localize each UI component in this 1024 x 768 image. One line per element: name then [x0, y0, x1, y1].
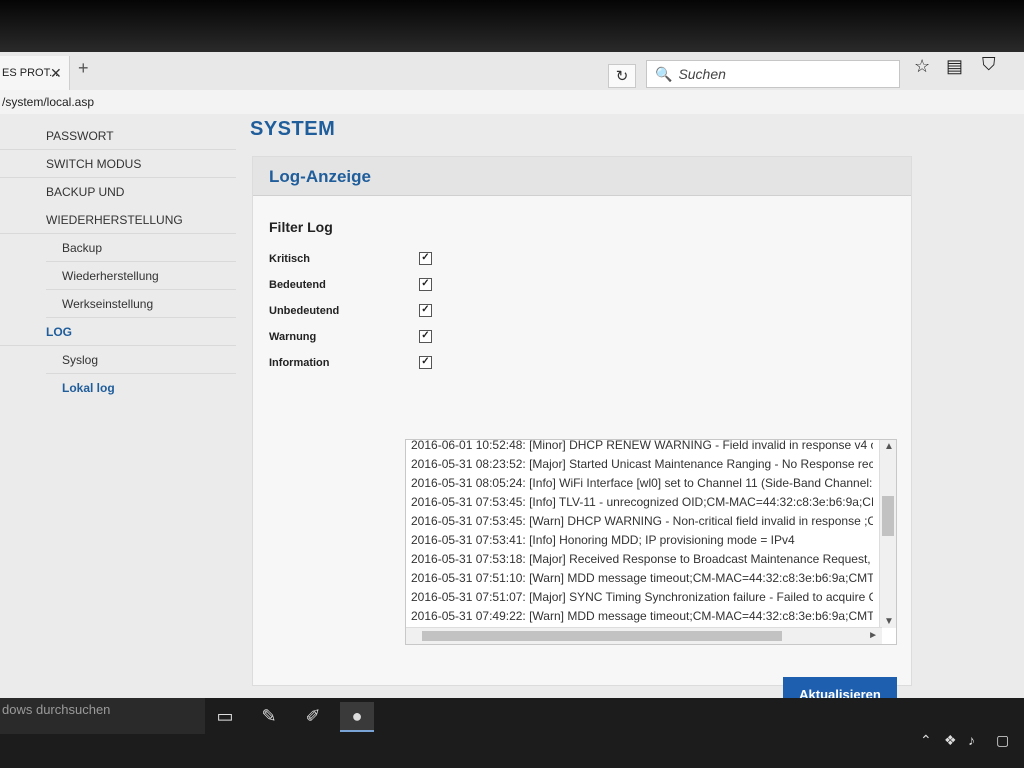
search-icon: 🔍 — [655, 65, 673, 82]
firefox-icon[interactable]: ● — [340, 702, 374, 732]
pen-app-icon[interactable]: ✎ — [252, 702, 286, 730]
filter-label: Information — [269, 357, 330, 369]
log-line: 2016-05-31 07:53:41: [Info] Honoring MDD… — [411, 533, 795, 547]
search-placeholder: Suchen — [678, 66, 726, 82]
log-line: 2016-05-31 08:23:52: [Major] Started Uni… — [411, 457, 873, 471]
url-text: /system/local.asp — [2, 95, 95, 109]
reload-icon: ↻ — [615, 68, 629, 85]
vertical-scroll-thumb[interactable] — [882, 496, 894, 536]
log-line: 2016-05-31 07:51:07: [Major] SYNC Timing… — [411, 590, 873, 604]
page-title: SYSTEM — [250, 118, 336, 140]
task-view-icon[interactable]: ▭ — [208, 702, 242, 730]
sidebar-item-syslog[interactable]: Syslog — [46, 346, 236, 374]
filter-row-information: Information ✓ — [269, 353, 432, 373]
sidebar-item-backup-und[interactable]: BACKUP UND — [0, 178, 236, 206]
pocket-icon[interactable]: ⛉ — [982, 54, 996, 75]
horizontal-scroll-thumb[interactable] — [422, 631, 782, 641]
sidebar-item-wiederherstellung-group[interactable]: WIEDERHERSTELLUNG — [0, 206, 236, 234]
sidebar-item-werkseinstellung[interactable]: Werkseinstellung — [46, 290, 236, 318]
scroll-up-icon[interactable]: ▲ — [884, 441, 894, 452]
sidebar-item-lokal-log[interactable]: Lokal log — [46, 374, 236, 402]
taskbar-search[interactable]: dows durchsuchen — [0, 698, 205, 734]
filter-checkbox-unbedeutend[interactable]: ✓ — [419, 304, 432, 317]
sidebar-item-backup[interactable]: Backup — [46, 234, 236, 262]
log-line: 2016-05-31 07:49:22: [Warn] MDD message … — [411, 609, 873, 623]
log-line: 2016-06-01 10:52:48: [Minor] DHCP RENEW … — [411, 439, 873, 452]
log-line: 2016-05-31 07:53:45: [Warn] DHCP WARNING… — [411, 514, 873, 528]
log-line: 2016-05-31 08:05:24: [Info] WiFi Interfa… — [411, 476, 873, 490]
filter-checkbox-bedeutend[interactable]: ✓ — [419, 278, 432, 291]
filter-row-unbedeutend: Unbedeutend ✓ — [269, 301, 432, 321]
reload-button[interactable]: ↻ — [608, 64, 636, 88]
log-panel: Log-Anzeige Filter Log Kritisch ✓ Bedeut… — [252, 156, 912, 711]
filter-checkbox-information[interactable]: ✓ — [419, 356, 432, 369]
filter-row-warnung: Warnung ✓ — [269, 327, 432, 347]
filter-row-bedeutend: Bedeutend ✓ — [269, 275, 432, 295]
sidebar-item-switch-modus[interactable]: SWITCH MODUS — [0, 150, 236, 178]
bookmark-star-icon[interactable]: ☆ — [914, 56, 930, 77]
log-line: 2016-05-31 07:53:18: [Major] Received Re… — [411, 552, 873, 566]
scroll-right-icon[interactable]: ► — [868, 630, 878, 641]
filter-label: Kritisch — [269, 253, 310, 265]
browser-tab[interactable]: ES PROT... ✕ — [0, 56, 70, 90]
vertical-scrollbar[interactable]: ▲ ▼ — [879, 440, 896, 628]
taskbar-search-text: dows durchsuchen — [2, 702, 111, 717]
search-input[interactable]: 🔍 Suchen — [646, 60, 900, 88]
paint-app-icon[interactable]: ✐ — [296, 702, 330, 730]
sidebar-item-wiederherstellung[interactable]: Wiederherstellung — [46, 262, 236, 290]
notification-icon[interactable]: ▢ — [996, 732, 1009, 749]
page-content: PASSWORT SWITCH MODUS BACKUP UND WIEDERH… — [0, 114, 1024, 711]
panel-title: Log-Anzeige — [269, 167, 371, 186]
sidebar-item-passwort[interactable]: PASSWORT — [0, 122, 236, 150]
filter-checkbox-warnung[interactable]: ✓ — [419, 330, 432, 343]
volume-icon[interactable]: ♪ — [968, 732, 975, 748]
panel-header: Log-Anzeige — [253, 157, 911, 196]
filter-label: Bedeutend — [269, 279, 326, 291]
filter-title: Filter Log — [269, 219, 333, 235]
filter-label: Unbedeutend — [269, 305, 340, 317]
log-textarea[interactable]: 2016-06-01 10:52:48: [Minor] DHCP RENEW … — [405, 439, 897, 645]
filter-checkbox-kritisch[interactable]: ✓ — [419, 252, 432, 265]
taskbar: dows durchsuchen ▭ ✎ ✐ ● ⌃ ❖ ♪ ▢ — [0, 698, 1024, 768]
log-line: 2016-05-31 07:51:10: [Warn] MDD message … — [411, 571, 873, 585]
sidebar: PASSWORT SWITCH MODUS BACKUP UND WIEDERH… — [0, 122, 236, 402]
network-icon[interactable]: ❖ — [944, 732, 957, 749]
screen-bezel — [0, 0, 1024, 52]
filter-row-kritisch: Kritisch ✓ — [269, 249, 432, 269]
close-tab-icon[interactable]: ✕ — [50, 65, 62, 82]
log-line: 2016-05-31 07:53:45: [Info] TLV-11 - unr… — [411, 495, 873, 509]
scroll-down-icon[interactable]: ▼ — [884, 616, 894, 627]
new-tab-button[interactable]: + — [78, 58, 89, 79]
filter-label: Warnung — [269, 331, 317, 343]
address-bar[interactable]: /system/local.asp — [0, 90, 1024, 115]
horizontal-scrollbar[interactable]: ► — [406, 627, 882, 644]
reading-list-icon[interactable]: ▤ — [946, 56, 963, 77]
tray-chevron-icon[interactable]: ⌃ — [920, 732, 932, 749]
sidebar-item-log[interactable]: LOG — [0, 318, 236, 346]
